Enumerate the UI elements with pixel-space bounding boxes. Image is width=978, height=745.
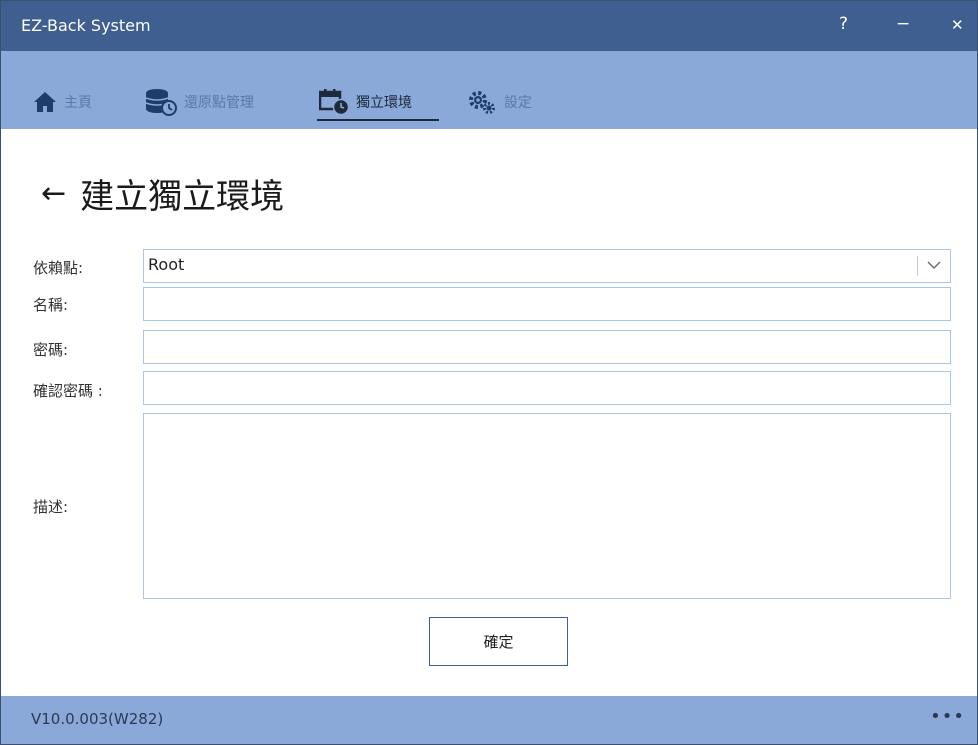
description-label: 描述: bbox=[33, 498, 69, 516]
calendar-clock-icon bbox=[319, 89, 349, 115]
app-window: EZ-Back System ? − ✕ 主頁 還原點管理 獨立環境 設定 ← … bbox=[0, 0, 978, 745]
confirm-password-input[interactable] bbox=[143, 371, 951, 405]
back-arrow-icon[interactable]: ← bbox=[41, 176, 66, 211]
name-input[interactable] bbox=[143, 287, 951, 321]
depend-point-select[interactable]: Root bbox=[143, 249, 951, 283]
confirm-button[interactable]: 確定 bbox=[429, 617, 568, 666]
version-text: V10.0.003(W282) bbox=[31, 710, 164, 728]
home-icon bbox=[34, 92, 56, 112]
nav-item-sandbox[interactable]: 獨立環境 bbox=[319, 85, 412, 119]
title-bar: EZ-Back System ? − ✕ bbox=[1, 1, 977, 51]
nav-item-restore-points[interactable]: 還原點管理 bbox=[145, 85, 254, 119]
nav-item-home-label: 主頁 bbox=[64, 95, 92, 111]
password-label: 密碼: bbox=[33, 341, 69, 359]
nav-item-settings-label: 設定 bbox=[504, 95, 532, 111]
description-textarea[interactable] bbox=[143, 413, 951, 599]
nav-item-restore-points-label: 還原點管理 bbox=[184, 95, 254, 111]
select-divider bbox=[917, 256, 918, 276]
nav-item-settings[interactable]: 設定 bbox=[467, 85, 532, 119]
page-title: 建立獨立環境 bbox=[80, 177, 285, 217]
password-input[interactable] bbox=[143, 330, 951, 364]
confirm-password-label: 確認密碼 : bbox=[33, 382, 103, 400]
minimize-button[interactable]: − bbox=[896, 14, 910, 34]
more-options-button[interactable]: ••• bbox=[930, 706, 965, 727]
nav-item-home[interactable]: 主頁 bbox=[33, 85, 92, 119]
status-bar: V10.0.003(W282) ••• bbox=[1, 696, 977, 744]
depend-point-value: Root bbox=[148, 255, 185, 274]
active-tab-underline bbox=[317, 119, 439, 121]
database-restore-icon bbox=[145, 89, 177, 116]
name-label: 名稱: bbox=[33, 296, 69, 314]
close-button[interactable]: ✕ bbox=[951, 16, 964, 34]
nav-item-sandbox-label: 獨立環境 bbox=[356, 95, 412, 111]
page-heading: ← 建立獨立環境 bbox=[41, 169, 284, 218]
main-nav: 主頁 還原點管理 獨立環境 設定 bbox=[1, 51, 977, 129]
help-button[interactable]: ? bbox=[839, 14, 848, 34]
chevron-down-icon[interactable] bbox=[926, 259, 942, 271]
window-title: EZ-Back System bbox=[21, 16, 151, 35]
gears-icon bbox=[469, 91, 495, 114]
depend-point-label: 依賴點: bbox=[33, 259, 84, 277]
